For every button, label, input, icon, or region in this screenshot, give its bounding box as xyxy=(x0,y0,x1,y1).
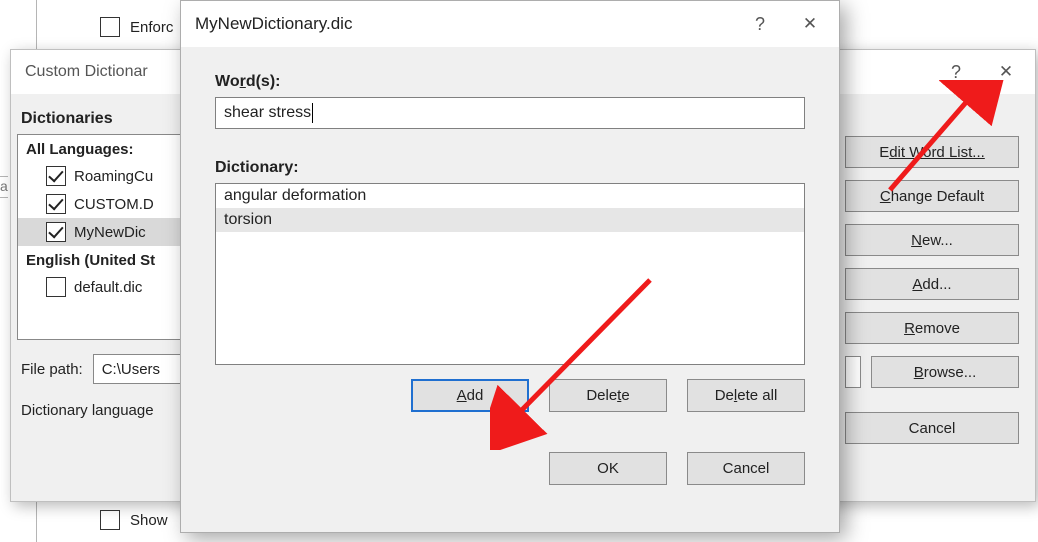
dict-item-label: MyNewDic xyxy=(74,224,146,241)
left-sliver: a xyxy=(0,176,8,198)
close-icon[interactable]: ✕ xyxy=(785,4,835,44)
edit-word-list-dialog: MyNewDictionary.dic ? ✕ Word(s): shear s… xyxy=(180,0,840,533)
word-input[interactable]: shear stress xyxy=(215,97,805,129)
change-default-button[interactable]: Change Default xyxy=(845,180,1019,212)
dict-item-label: RoamingCu xyxy=(74,168,153,185)
dialog-title: MyNewDictionary.dic xyxy=(195,14,735,34)
browse-prefix-box xyxy=(845,356,861,388)
checkbox-icon xyxy=(100,17,120,37)
file-path-value: C:\Users xyxy=(102,361,160,378)
dialog-titlebar: MyNewDictionary.dic ? ✕ xyxy=(181,1,839,47)
ok-button[interactable]: OK xyxy=(549,452,667,485)
close-icon[interactable]: ✕ xyxy=(981,52,1031,92)
checkbox-icon xyxy=(46,222,66,242)
text-caret xyxy=(312,103,313,123)
word-field-label: Word(s): xyxy=(215,73,805,91)
cancel-button[interactable]: Cancel xyxy=(845,412,1019,444)
list-item[interactable]: torsion xyxy=(216,208,804,232)
bg-checkbox-show-label: Show xyxy=(130,512,168,529)
help-icon[interactable]: ? xyxy=(931,52,981,92)
checkbox-icon xyxy=(46,194,66,214)
file-path-label: File path: xyxy=(21,361,83,378)
checkbox-icon xyxy=(46,166,66,186)
edit-word-list-button[interactable]: Edit Word List... xyxy=(845,136,1019,168)
delete-all-button[interactable]: Delete all xyxy=(687,379,805,412)
bg-checkbox-enforce[interactable]: Enforc xyxy=(100,17,173,37)
help-icon[interactable]: ? xyxy=(735,4,785,44)
dict-item-label: CUSTOM.D xyxy=(74,196,154,213)
checkbox-icon xyxy=(100,510,120,530)
remove-button[interactable]: Remove xyxy=(845,312,1019,344)
bg-checkbox-enforce-label: Enforc xyxy=(130,19,173,36)
checkbox-icon xyxy=(46,277,66,297)
cancel-button[interactable]: Cancel xyxy=(687,452,805,485)
dictionary-word-list[interactable]: angular deformation torsion xyxy=(215,183,805,365)
dictionary-field-label: Dictionary: xyxy=(215,159,805,177)
add-button[interactable]: Add... xyxy=(845,268,1019,300)
new-button[interactable]: New... xyxy=(845,224,1019,256)
bg-checkbox-show[interactable]: Show xyxy=(100,510,168,530)
list-item[interactable]: angular deformation xyxy=(216,184,804,208)
browse-button[interactable]: Browse... xyxy=(871,356,1019,388)
delete-word-button[interactable]: Delete xyxy=(549,379,667,412)
dict-item-label: default.dic xyxy=(74,279,142,296)
word-input-value: shear stress xyxy=(224,104,311,122)
add-word-button[interactable]: Add xyxy=(411,379,529,412)
